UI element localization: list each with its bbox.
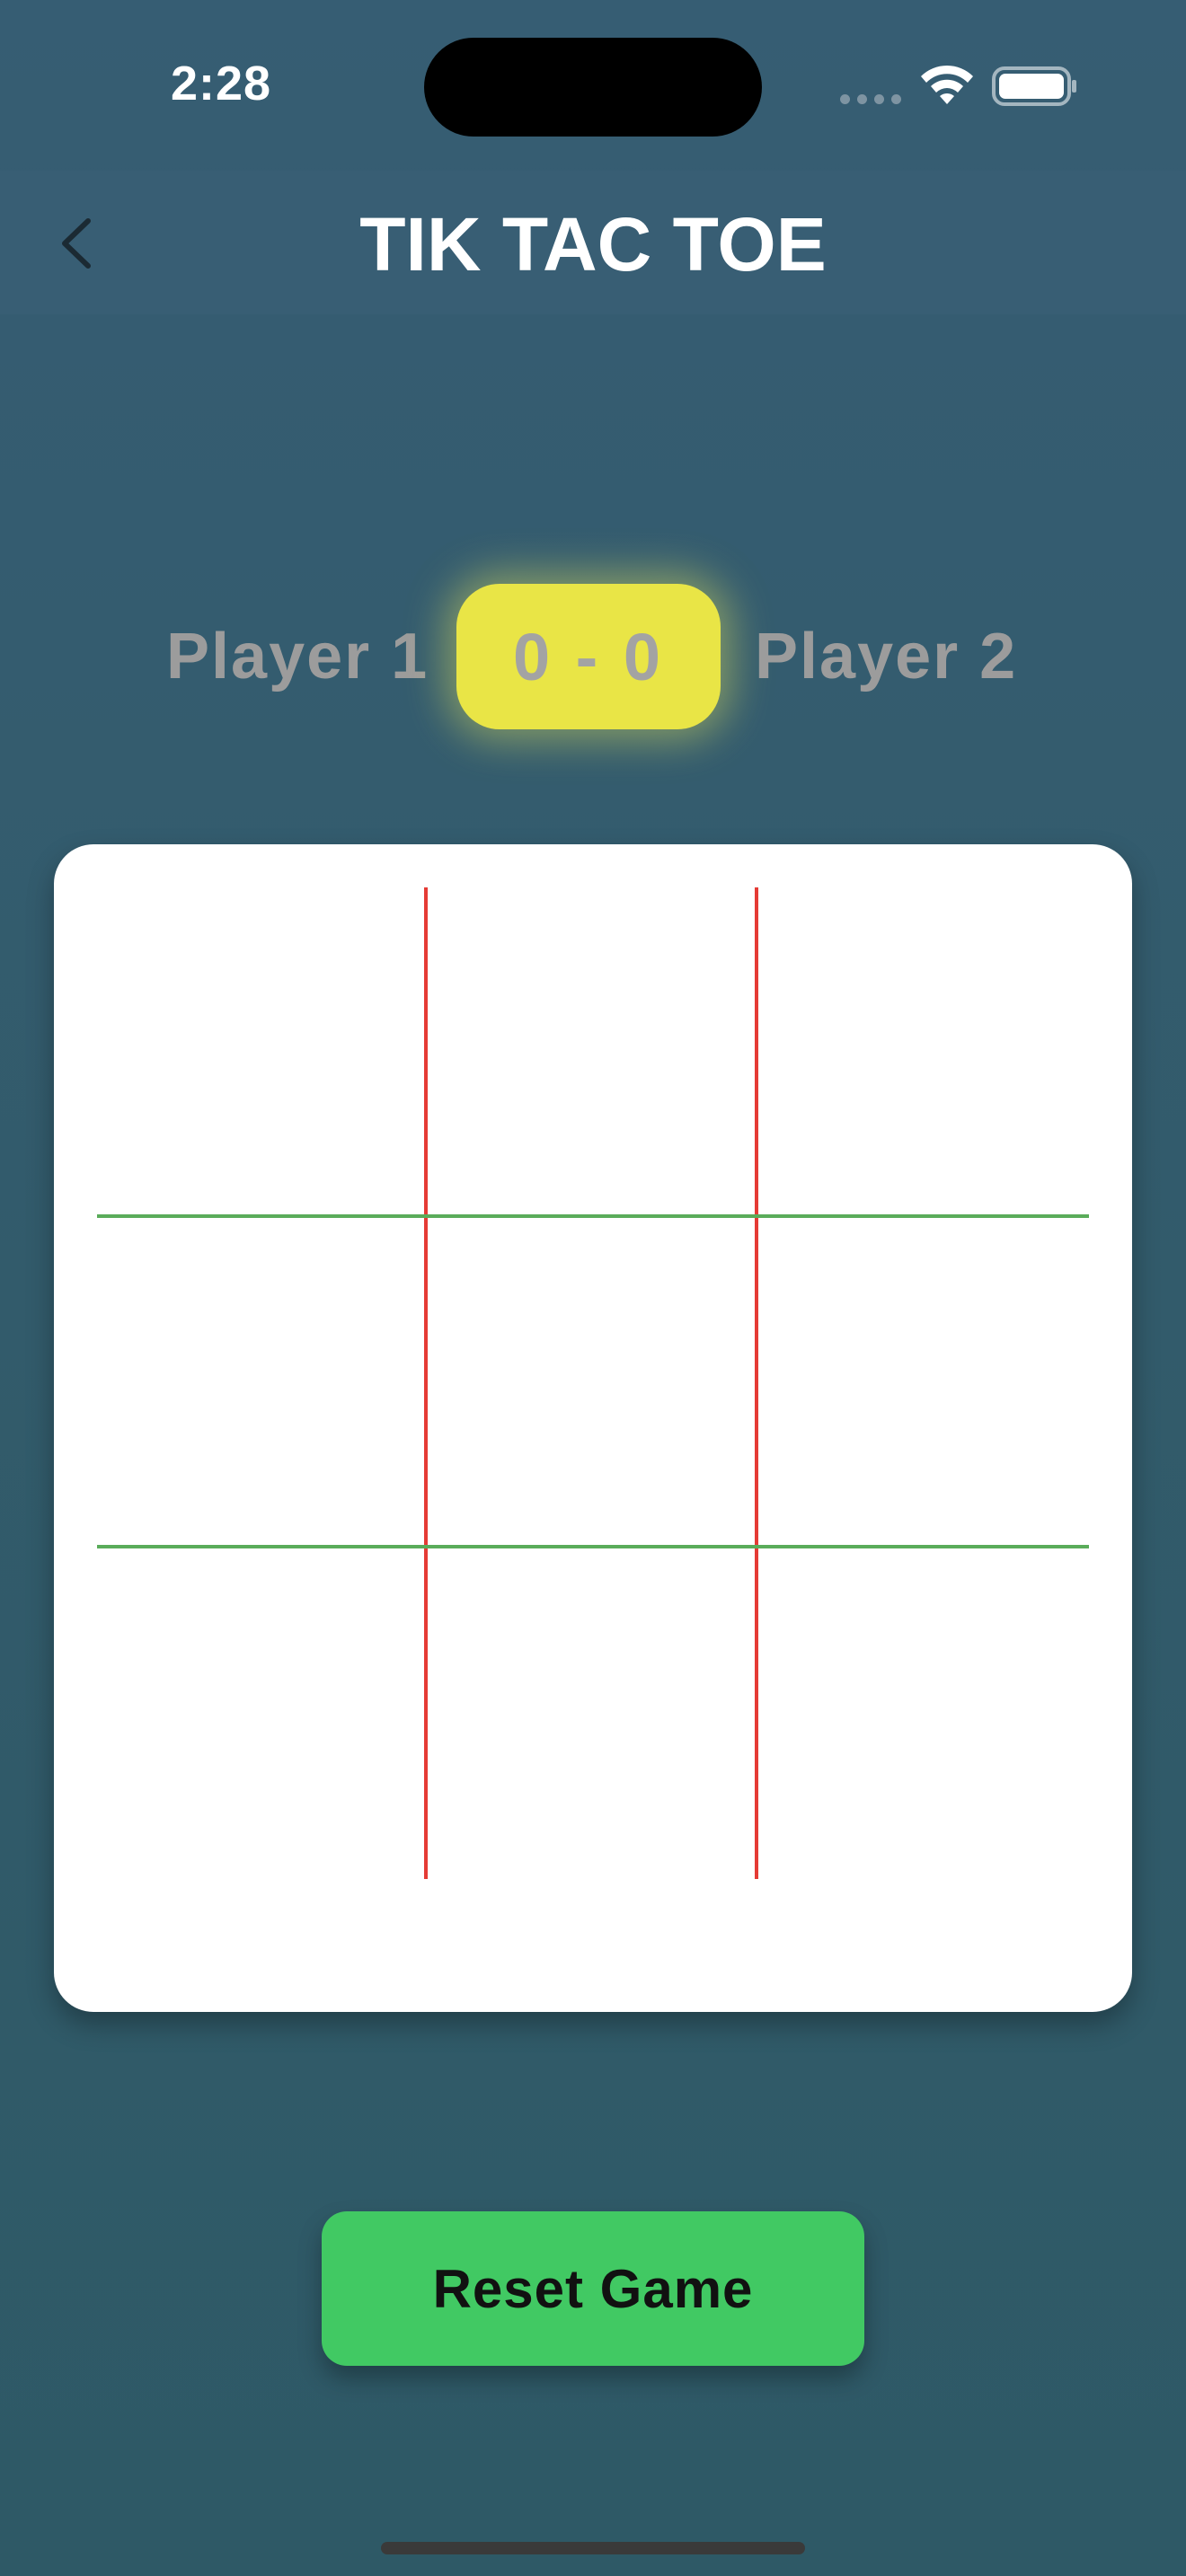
nav-header: TIK TAC TOE [0,171,1186,314]
wifi-icon [921,65,973,104]
board-cell-6[interactable] [758,1218,1089,1548]
grid-line-horizontal-2 [97,1545,1089,1548]
player-2-label: Player 2 [755,621,1018,693]
page-title: TIK TAC TOE [359,202,827,287]
reset-game-button[interactable]: Reset Game [322,2211,864,2366]
grid-line-vertical-2 [755,887,758,1879]
cellular-signal-icon [840,94,901,104]
board-cell-3[interactable] [758,887,1089,1218]
dynamic-island [424,38,762,137]
grid-line-vertical-1 [424,887,428,1879]
board-grid [97,887,1089,1879]
board-cell-5[interactable] [428,1218,758,1548]
game-board [54,844,1132,2012]
board-cell-7[interactable] [97,1548,428,1879]
board-cell-2[interactable] [428,887,758,1218]
board-cell-9[interactable] [758,1548,1089,1879]
battery-icon [992,66,1076,106]
board-cell-1[interactable] [97,887,428,1218]
board-cell-8[interactable] [428,1548,758,1879]
scoreboard: Player 1 0 - 0 Player 2 [0,584,1186,732]
board-cell-4[interactable] [97,1218,428,1548]
grid-line-horizontal-1 [97,1214,1089,1218]
status-time: 2:28 [171,57,272,110]
status-bar: 2:28 [0,0,1186,171]
score-badge: 0 - 0 [456,584,721,729]
home-indicator[interactable] [381,2542,805,2554]
player-1-label: Player 1 [166,621,429,693]
